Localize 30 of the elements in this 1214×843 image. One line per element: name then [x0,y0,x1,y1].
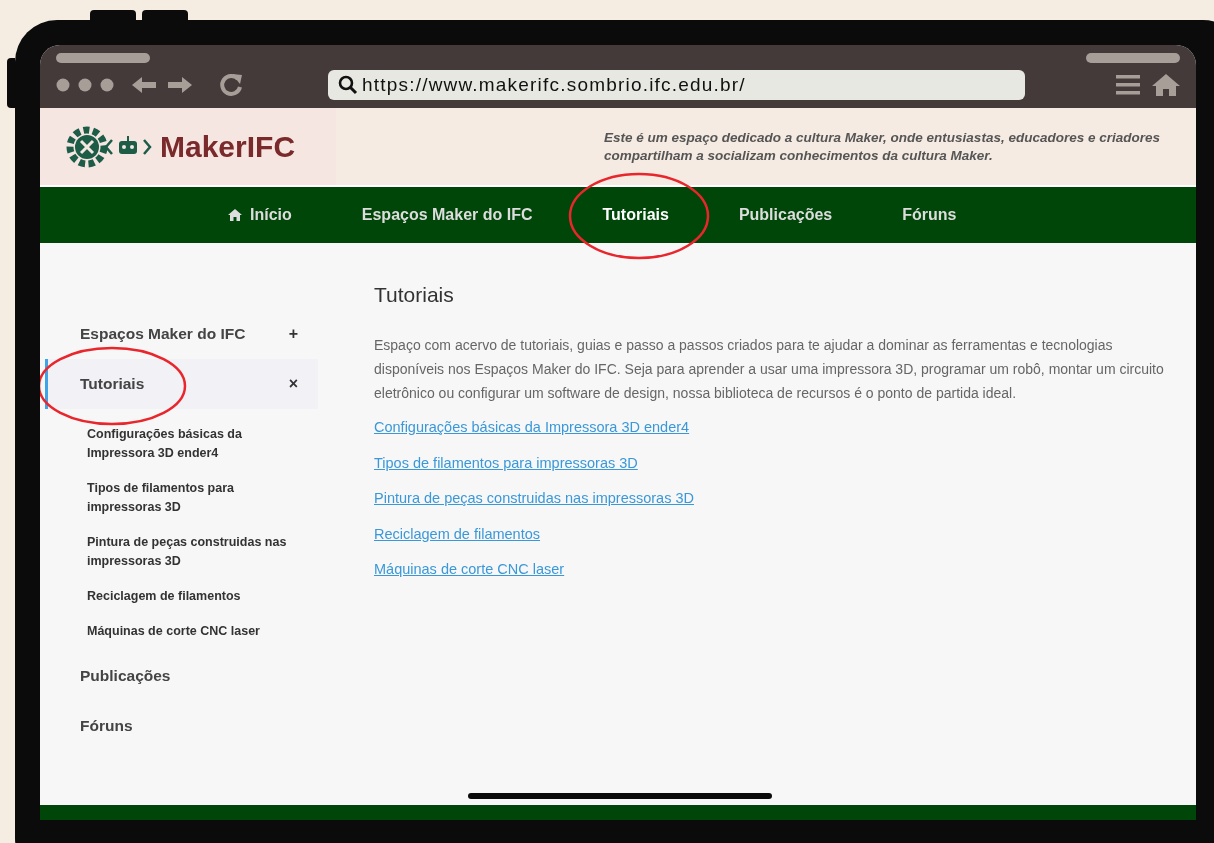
address-bar[interactable]: https://www.makerifc.sombrio.ifc.edu.br/ [328,70,1025,100]
sidebar-subitem[interactable]: Reciclagem de filamentos [40,581,318,616]
toggle-button[interactable]: × [288,375,298,393]
page-title: Tutoriais [374,283,455,307]
nav-link[interactable]: Início [228,206,292,224]
home-icon[interactable] [1152,74,1180,96]
page-description: Espaço com acervo de tutoriais, guias e passo a passos criados para te ajudar a dominar as ferramentas e tecnologias disponíveis nos Espaços Maker do IFC. Seja para aprender a usar uma impressora 3D, programar um robô, montar um circuito eletrônico ou configurar um software de design, nossa biblioteca de recursos é o ponto de partida ideal. [374,336,1165,403]
reload-icon[interactable] [218,72,244,98]
sidebar-subitem[interactable]: Pintura de peças construidas nas impressoras 3D [40,527,318,581]
menu-icon[interactable] [1116,74,1140,96]
forward-icon[interactable] [168,76,192,94]
nav-link[interactable]: Espaços Maker do IFC [361,206,533,224]
sidebar-subitem[interactable]: Tipos de filamentos para impressoras 3D [40,473,318,527]
sidebar-item[interactable]: Espaços Maker do IFC + [45,309,318,359]
search-icon [338,75,358,95]
site-tagline: Este é um espaço dedicado a cultura Maker, onde entusiastas, educadores e criadores compartilham a socializam conhecimentos da cultura Maker. [604,128,1161,165]
sidebar-item[interactable]: Publicações [45,651,318,701]
sidebar-item[interactable]: Fóruns [45,701,318,751]
nav-link[interactable]: Tutoriais [602,206,669,224]
back-icon[interactable] [132,76,156,94]
home-icon [228,209,242,221]
toggle-button[interactable]: + [288,325,298,343]
tab-pill[interactable] [1086,53,1180,63]
nav-link[interactable]: Publicações [738,206,833,224]
tab-pill[interactable] [56,53,150,63]
site-logo[interactable]: MakerIFC [40,108,336,185]
sidebar-item[interactable]: Tutoriais × [45,359,318,409]
nav-link[interactable]: Fóruns [902,206,957,224]
sidebar-subitem[interactable]: Máquinas de corte CNC laser [40,616,318,651]
sidebar-subitem[interactable]: Configurações básicas da Impressora 3D ender4 [40,409,318,473]
